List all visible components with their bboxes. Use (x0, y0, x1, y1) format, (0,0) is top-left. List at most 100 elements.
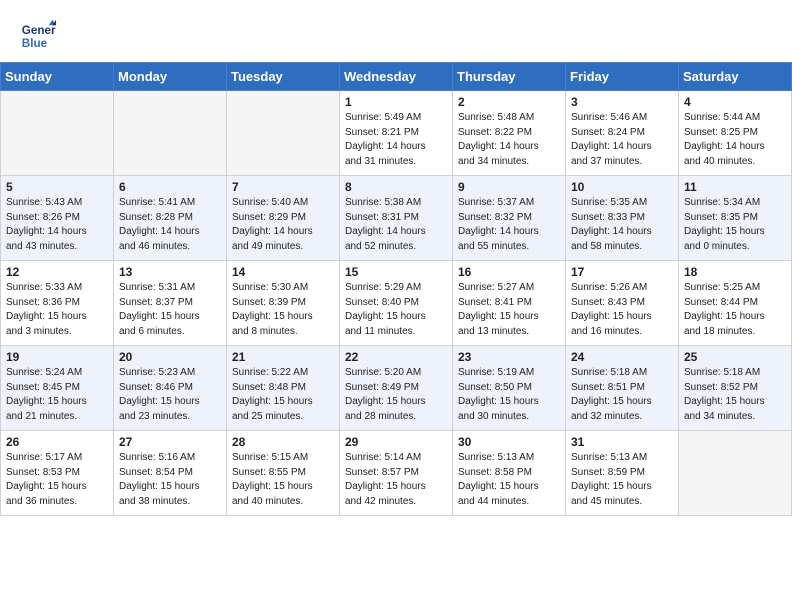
calendar-day-cell: 30Sunrise: 5:13 AMSunset: 8:58 PMDayligh… (453, 431, 566, 516)
calendar-day-cell: 27 Sunrise: 5:16 AMSunset: 8:54 PMDayligh… (114, 431, 227, 516)
calendar-day-cell: 28 Sunrise: 5:15 AMSunset: 8:55 PMDayligh… (227, 431, 340, 516)
calendar-day-cell (1, 91, 114, 176)
day-number: 27 (119, 435, 221, 449)
logo: General Blue (20, 18, 56, 54)
day-info: Sunrise: 5:25 AMSunset: 8:44 PMDaylight:… (684, 281, 786, 339)
calendar-day-cell: 1 Sunrise: 5:49 AMSunset: 8:21 PMDaylight… (340, 91, 453, 176)
calendar-day-cell: 16Sunrise: 5:27 AMSunset: 8:41 PMDayligh… (453, 261, 566, 346)
logo-icon: General Blue (20, 18, 56, 54)
day-number: 28 (232, 435, 334, 449)
day-number: 17 (571, 265, 673, 279)
day-info: Sunrise: 5:13 AMSunset: 8:58 PMDaylight:… (458, 451, 560, 509)
calendar-day-cell: 14 Sunrise: 5:30 AMSunset: 8:39 PMDayligh… (227, 261, 340, 346)
calendar-day-cell: 25 Sunrise: 5:18 AMSunset: 8:52 PMDayligh… (679, 346, 792, 431)
day-number: 22 (345, 350, 447, 364)
calendar-day-cell: 10 Sunrise: 5:35 AMSunset: 8:33 PMDayligh… (566, 176, 679, 261)
day-info: Sunrise: 5:33 AMSunset: 8:36 PMDaylight:… (6, 281, 108, 339)
day-number: 24 (571, 350, 673, 364)
day-info: Sunrise: 5:29 AMSunset: 8:40 PMDaylight:… (345, 281, 447, 339)
day-number: 19 (6, 350, 108, 364)
day-number: 23 (458, 350, 560, 364)
day-info: Sunrise: 5:40 AMSunset: 8:29 PMDaylight:… (232, 196, 334, 254)
day-number: 31 (571, 435, 673, 449)
day-info: Sunrise: 5:20 AMSunset: 8:49 PMDaylight:… (345, 366, 447, 424)
day-number: 21 (232, 350, 334, 364)
calendar-col-header: Wednesday (340, 63, 453, 91)
calendar-day-cell: 22 Sunrise: 5:20 AMSunset: 8:49 PMDayligh… (340, 346, 453, 431)
svg-text:General: General (22, 24, 56, 37)
calendar-day-cell: 17 Sunrise: 5:26 AMSunset: 8:43 PMDayligh… (566, 261, 679, 346)
day-number: 5 (6, 180, 108, 194)
day-info: Sunrise: 5:22 AMSunset: 8:48 PMDaylight:… (232, 366, 334, 424)
day-number: 18 (684, 265, 786, 279)
day-number: 12 (6, 265, 108, 279)
day-number: 3 (571, 95, 673, 109)
calendar-col-header: Tuesday (227, 63, 340, 91)
calendar-day-cell: 2 Sunrise: 5:48 AMSunset: 8:22 PMDaylight… (453, 91, 566, 176)
calendar-day-cell: 4Sunrise: 5:44 AMSunset: 8:25 PMDaylight… (679, 91, 792, 176)
day-info: Sunrise: 5:18 AMSunset: 8:52 PMDaylight:… (684, 366, 786, 424)
day-info: Sunrise: 5:30 AMSunset: 8:39 PMDaylight:… (232, 281, 334, 339)
calendar-col-header: Friday (566, 63, 679, 91)
calendar-day-cell: 15Sunrise: 5:29 AMSunset: 8:40 PMDayligh… (340, 261, 453, 346)
day-number: 20 (119, 350, 221, 364)
calendar-col-header: Monday (114, 63, 227, 91)
calendar-day-cell: 3 Sunrise: 5:46 AMSunset: 8:24 PMDaylight… (566, 91, 679, 176)
day-info: Sunrise: 5:17 AMSunset: 8:53 PMDaylight:… (6, 451, 108, 509)
day-info: Sunrise: 5:37 AMSunset: 8:32 PMDaylight:… (458, 196, 560, 254)
day-info: Sunrise: 5:46 AMSunset: 8:24 PMDaylight:… (571, 111, 673, 169)
day-info: Sunrise: 5:14 AMSunset: 8:57 PMDaylight:… (345, 451, 447, 509)
day-info: Sunrise: 5:13 AMSunset: 8:59 PMDaylight:… (571, 451, 673, 509)
calendar-day-cell: 29 Sunrise: 5:14 AMSunset: 8:57 PMDayligh… (340, 431, 453, 516)
calendar-week-row: 26 Sunrise: 5:17 AMSunset: 8:53 PMDayligh… (1, 431, 792, 516)
day-number: 6 (119, 180, 221, 194)
calendar-day-cell: 24 Sunrise: 5:18 AMSunset: 8:51 PMDayligh… (566, 346, 679, 431)
day-info: Sunrise: 5:44 AMSunset: 8:25 PMDaylight:… (684, 111, 786, 169)
day-info: Sunrise: 5:48 AMSunset: 8:22 PMDaylight:… (458, 111, 560, 169)
calendar-day-cell: 6Sunrise: 5:41 AMSunset: 8:28 PMDaylight… (114, 176, 227, 261)
day-info: Sunrise: 5:49 AMSunset: 8:21 PMDaylight:… (345, 111, 447, 169)
day-number: 25 (684, 350, 786, 364)
day-info: Sunrise: 5:18 AMSunset: 8:51 PMDaylight:… (571, 366, 673, 424)
calendar-container: SundayMondayTuesdayWednesdayThursdayFrid… (0, 62, 792, 516)
day-number: 29 (345, 435, 447, 449)
day-info: Sunrise: 5:15 AMSunset: 8:55 PMDaylight:… (232, 451, 334, 509)
day-info: Sunrise: 5:23 AMSunset: 8:46 PMDaylight:… (119, 366, 221, 424)
day-number: 14 (232, 265, 334, 279)
day-info: Sunrise: 5:35 AMSunset: 8:33 PMDaylight:… (571, 196, 673, 254)
calendar-day-cell (114, 91, 227, 176)
day-number: 8 (345, 180, 447, 194)
day-number: 11 (684, 180, 786, 194)
day-info: Sunrise: 5:26 AMSunset: 8:43 PMDaylight:… (571, 281, 673, 339)
day-number: 10 (571, 180, 673, 194)
calendar-col-header: Sunday (1, 63, 114, 91)
day-number: 7 (232, 180, 334, 194)
day-info: Sunrise: 5:43 AMSunset: 8:26 PMDaylight:… (6, 196, 108, 254)
calendar-day-cell: 11 Sunrise: 5:34 AMSunset: 8:35 PMDayligh… (679, 176, 792, 261)
day-number: 26 (6, 435, 108, 449)
calendar-day-cell: 12 Sunrise: 5:33 AMSunset: 8:36 PMDayligh… (1, 261, 114, 346)
day-number: 1 (345, 95, 447, 109)
day-info: Sunrise: 5:38 AMSunset: 8:31 PMDaylight:… (345, 196, 447, 254)
calendar-day-cell: 13 Sunrise: 5:31 AMSunset: 8:37 PMDayligh… (114, 261, 227, 346)
calendar-table: SundayMondayTuesdayWednesdayThursdayFrid… (0, 62, 792, 516)
day-info: Sunrise: 5:19 AMSunset: 8:50 PMDaylight:… (458, 366, 560, 424)
calendar-week-row: 12 Sunrise: 5:33 AMSunset: 8:36 PMDayligh… (1, 261, 792, 346)
calendar-day-cell: 31 Sunrise: 5:13 AMSunset: 8:59 PMDayligh… (566, 431, 679, 516)
day-number: 13 (119, 265, 221, 279)
calendar-day-cell: 26 Sunrise: 5:17 AMSunset: 8:53 PMDayligh… (1, 431, 114, 516)
page-header: General Blue (0, 0, 792, 62)
day-info: Sunrise: 5:31 AMSunset: 8:37 PMDaylight:… (119, 281, 221, 339)
calendar-day-cell: 23 Sunrise: 5:19 AMSunset: 8:50 PMDayligh… (453, 346, 566, 431)
day-info: Sunrise: 5:34 AMSunset: 8:35 PMDaylight:… (684, 196, 786, 254)
calendar-day-cell: 20 Sunrise: 5:23 AMSunset: 8:46 PMDayligh… (114, 346, 227, 431)
day-number: 9 (458, 180, 560, 194)
calendar-day-cell: 18 Sunrise: 5:25 AMSunset: 8:44 PMDayligh… (679, 261, 792, 346)
day-number: 2 (458, 95, 560, 109)
day-info: Sunrise: 5:16 AMSunset: 8:54 PMDaylight:… (119, 451, 221, 509)
calendar-col-header: Saturday (679, 63, 792, 91)
svg-text:Blue: Blue (22, 37, 48, 50)
calendar-day-cell (679, 431, 792, 516)
calendar-day-cell (227, 91, 340, 176)
day-info: Sunrise: 5:24 AMSunset: 8:45 PMDaylight:… (6, 366, 108, 424)
